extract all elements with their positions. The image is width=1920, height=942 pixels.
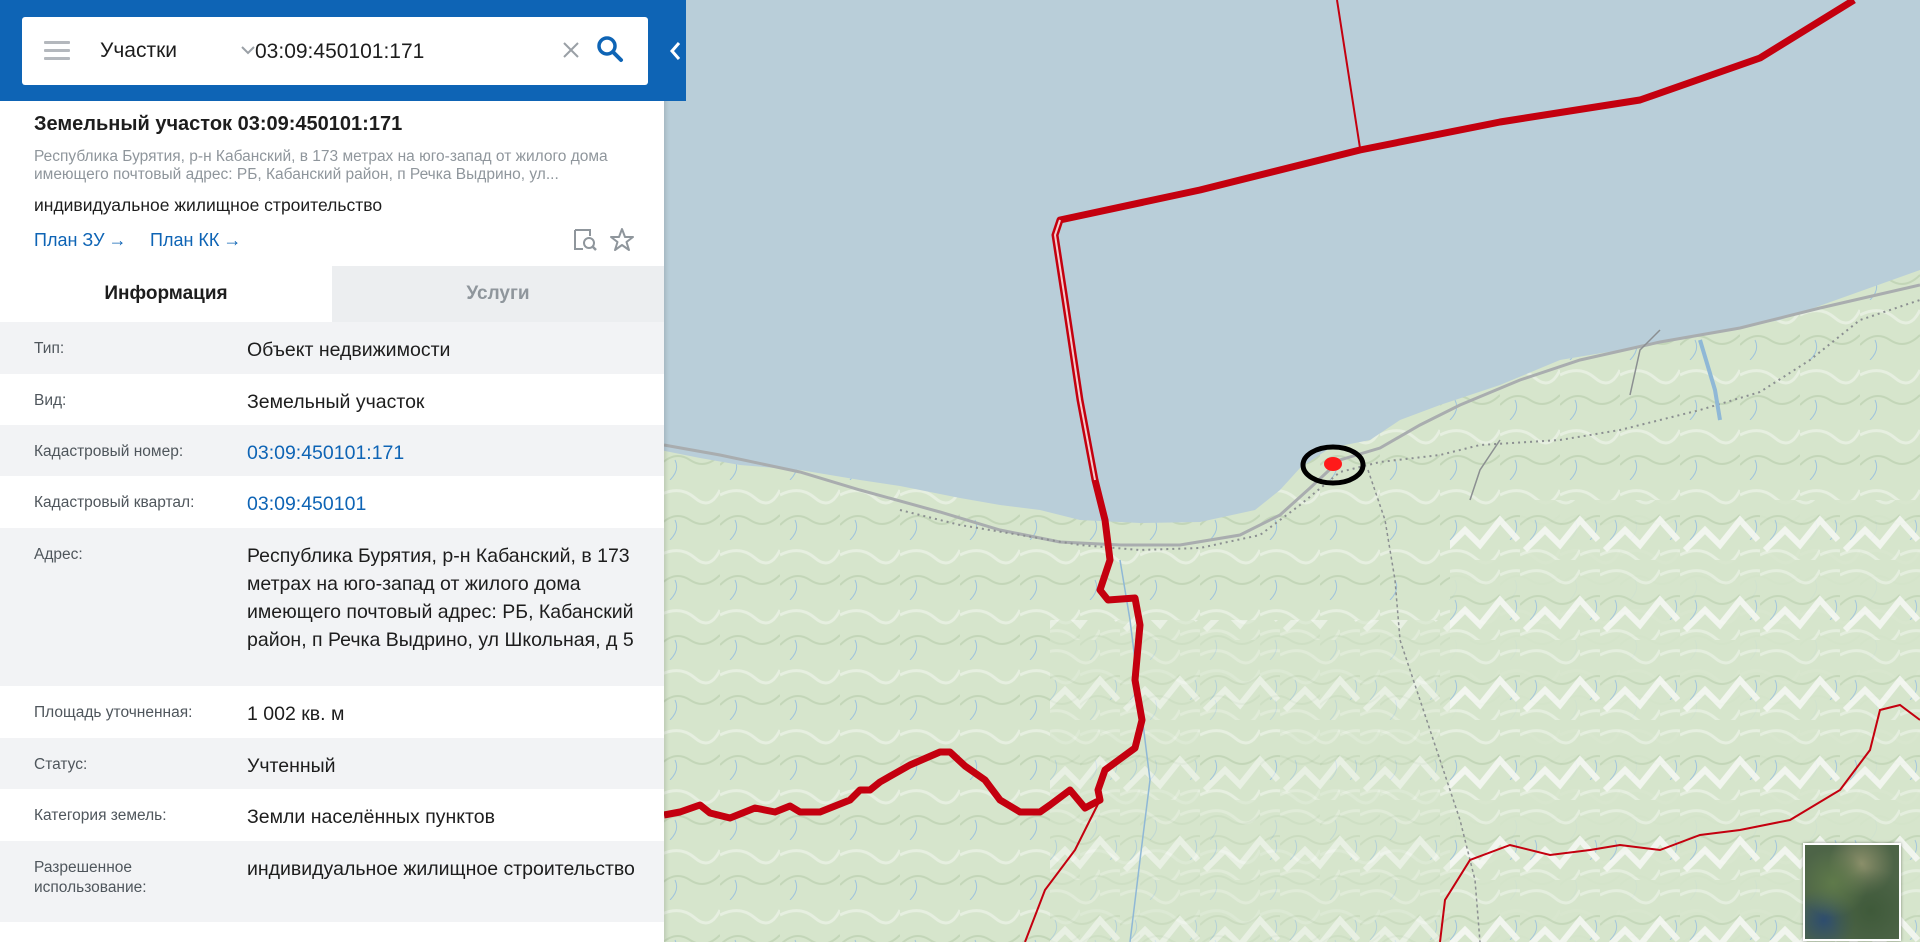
tab-bar: Информация Услуги (0, 266, 664, 322)
info-key: Вид: (34, 392, 67, 409)
info-value: Объект недвижимости (247, 339, 451, 361)
info-value: Учтенный (247, 755, 336, 777)
object-card: Земельный участок 03:09:450101:171 Респу… (0, 101, 664, 267)
info-value: 1 002 кв. м (247, 703, 345, 725)
info-key: Адрес: (34, 546, 83, 563)
info-key: Статус: (34, 756, 88, 773)
info-row: Тип: Объект недвижимости (0, 322, 664, 374)
info-key: Кадастровый квартал: (34, 494, 195, 511)
info-row: Категория земель: Земли населённых пункт… (0, 789, 664, 841)
zoom-to-object-icon[interactable] (572, 227, 598, 253)
search-type-label: Участки (100, 39, 177, 62)
info-key: Категория земель: (34, 807, 167, 824)
info-table: Тип: Объект недвижимости Вид: Земельный … (0, 322, 664, 922)
hamburger-menu-icon[interactable] (44, 41, 70, 61)
tab-information[interactable]: Информация (0, 266, 332, 322)
info-row: Разрешенное использование: индивидуально… (0, 841, 664, 922)
clear-icon[interactable] (562, 41, 580, 59)
info-value: Земельный участок (247, 391, 425, 413)
star-icon[interactable] (609, 227, 635, 253)
info-key: Площадь уточненная: (34, 704, 193, 721)
object-title: Земельный участок 03:09:450101:171 (34, 113, 403, 135)
search-header: Участки (0, 0, 686, 101)
app-root: Участки Зем (0, 0, 1920, 942)
collapse-panel-button[interactable] (664, 28, 686, 74)
plan-zu-label: План ЗУ (34, 230, 105, 250)
plot-marker[interactable] (1324, 457, 1342, 471)
search-type-select[interactable]: Участки (100, 17, 260, 85)
side-panel: Участки Зем (0, 0, 686, 942)
info-value: Республика Бурятия, р-н Кабанский, в 173… (247, 545, 634, 651)
mountain-area-west (1050, 620, 1470, 942)
cadastral-number-link[interactable]: 03:09:450101:171 (247, 425, 647, 476)
info-value: Земли населённых пунктов (247, 806, 495, 828)
info-row: Вид: Земельный участок (0, 374, 664, 425)
search-icon[interactable] (596, 35, 624, 63)
info-value: индивидуальное жилищное строительство (247, 858, 635, 880)
search-box: Участки (22, 17, 648, 85)
object-use: индивидуальное жилищное строительство (34, 195, 383, 215)
plan-kk-link[interactable]: План КК → (150, 230, 241, 251)
info-key: Кадастровый номер: (34, 443, 184, 460)
search-input[interactable] (253, 31, 557, 73)
arrow-right-icon: → (223, 230, 242, 250)
info-row: Кадастровый номер: 03:09:450101:171 (0, 425, 664, 476)
basemap-switcher[interactable] (1803, 843, 1901, 941)
cadastral-quarter-link[interactable]: 03:09:450101 (247, 476, 647, 528)
arrow-right-icon: → (108, 230, 127, 250)
info-row: Статус: Учтенный (0, 738, 664, 789)
info-row: Адрес: Республика Бурятия, р-н Кабанский… (0, 528, 664, 686)
info-key: Тип: (34, 340, 65, 357)
chevron-left-icon (670, 42, 681, 60)
plan-kk-label: План КК (150, 230, 220, 250)
plan-zu-link[interactable]: План ЗУ → (34, 230, 127, 251)
info-row: Кадастровый квартал: 03:09:450101 (0, 476, 664, 528)
tab-services[interactable]: Услуги (332, 266, 664, 322)
info-key: Разрешенное использование: (34, 859, 147, 896)
info-row: Площадь уточненная: 1 002 кв. м (0, 686, 664, 738)
object-address-short: Республика Бурятия, р-н Кабанский, в 173… (34, 148, 608, 183)
